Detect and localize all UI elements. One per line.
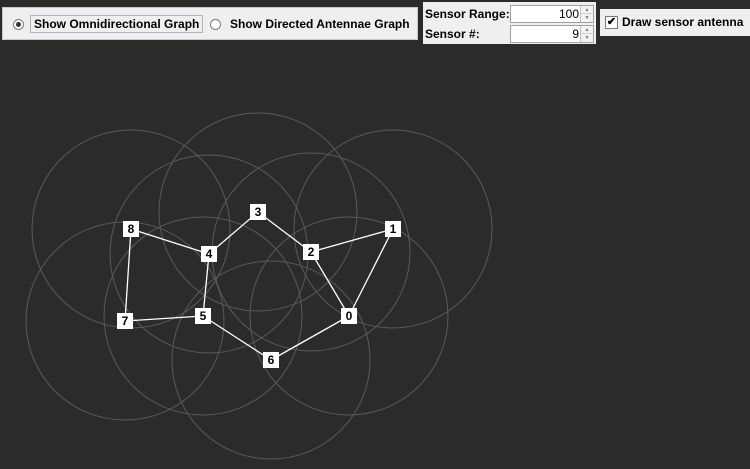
sensor-node-2[interactable]: 2 — [303, 244, 319, 260]
sensor-node-1[interactable]: 1 — [385, 221, 401, 237]
edge-0-6 — [270, 315, 350, 361]
sensor-node-label: 5 — [200, 309, 207, 323]
edge-2-1 — [310, 228, 394, 253]
sensor-node-label: 8 — [128, 222, 135, 236]
sensor-node-label: 2 — [308, 245, 315, 259]
edge-1-0 — [348, 228, 394, 317]
sensor-node-label: 4 — [206, 247, 213, 261]
sensor-node-label: 6 — [268, 353, 275, 367]
sensor-node-8[interactable]: 8 — [123, 221, 139, 237]
sensor-node-label: 0 — [346, 309, 353, 323]
range-circles — [25, 112, 493, 460]
sensor-node-6[interactable]: 6 — [263, 352, 279, 368]
sensor-node-label: 7 — [122, 314, 129, 328]
edge-5-7 — [124, 315, 204, 322]
sensor-node-4[interactable]: 4 — [201, 246, 217, 262]
sensor-node-3[interactable]: 3 — [250, 204, 266, 220]
sensor-node-0[interactable]: 0 — [341, 308, 357, 324]
sensor-node-label: 3 — [255, 205, 262, 219]
sensor-node-5[interactable]: 5 — [195, 308, 211, 324]
sensor-node-label: 1 — [390, 222, 397, 236]
sensor-node-7[interactable]: 7 — [117, 313, 133, 329]
sensor-graph-canvas[interactable]: 0 1 2 3 4 5 6 7 8 — [0, 0, 750, 469]
edge-8-7 — [124, 228, 132, 322]
